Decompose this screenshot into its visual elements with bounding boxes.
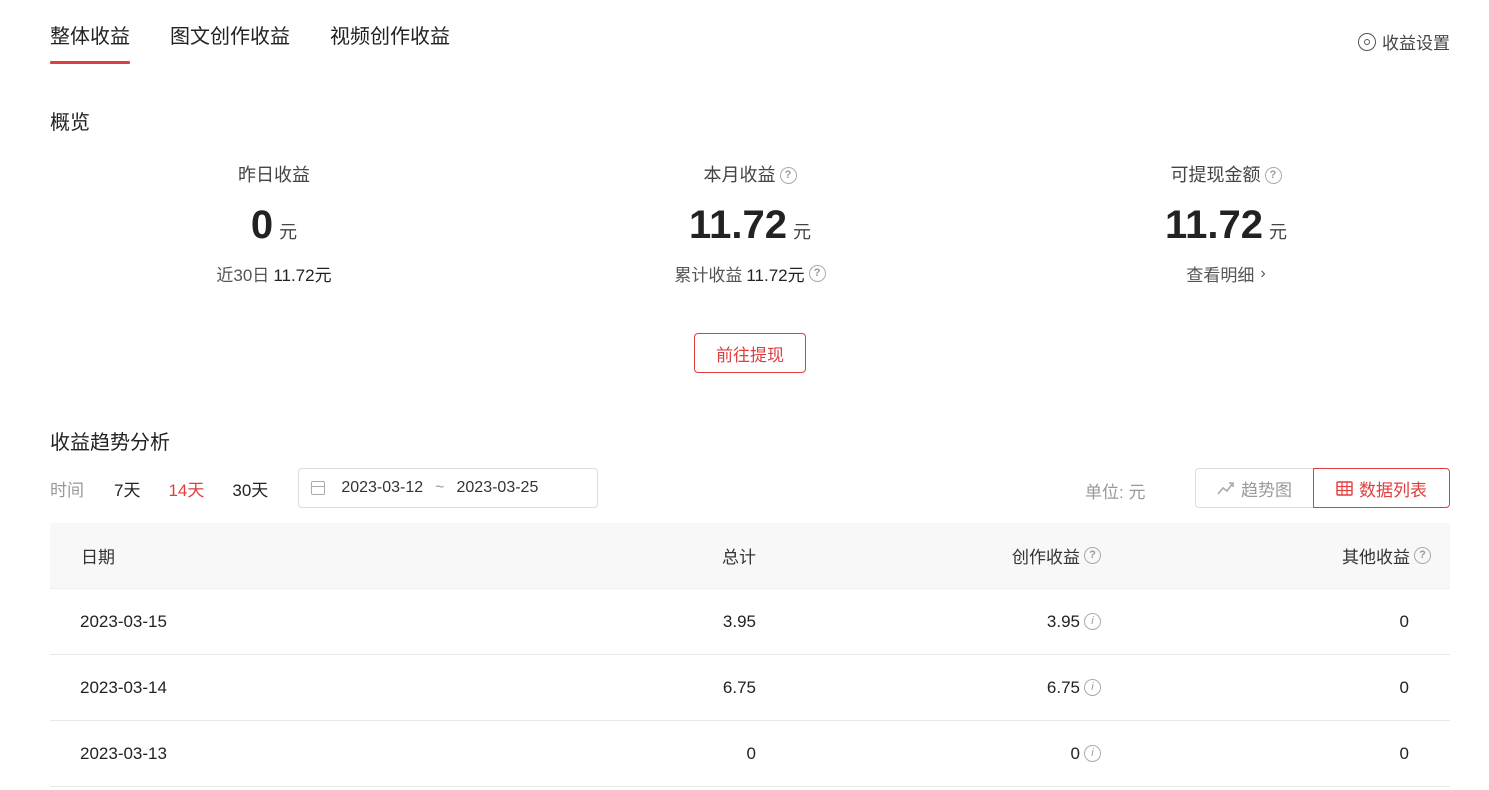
withdraw-button[interactable]: 前往提现 [694, 333, 806, 373]
data-list-button[interactable]: 数据列表 [1313, 468, 1450, 508]
info-icon[interactable]: i [1084, 613, 1101, 630]
table-icon [1336, 480, 1353, 496]
view-toggle: 趋势图 数据列表 [1195, 468, 1450, 508]
help-icon[interactable]: ? [779, 166, 797, 184]
view-details-link[interactable]: 查看明细 › [1076, 261, 1376, 286]
stat-withdrawable-unit: 元 [1268, 222, 1287, 242]
stat-withdrawable-value: 11.72 [1165, 203, 1263, 247]
table-row: 2023-03-13 0 0 i 0 [50, 721, 1450, 787]
tab-article-income[interactable]: 图文创作收益 [170, 22, 290, 64]
header-create-income: 创作收益 [1012, 548, 1080, 567]
overview-title: 概览 [50, 112, 90, 134]
date-end: 2023-03-25 [456, 479, 539, 496]
cell-other-income: 0 [1399, 677, 1409, 697]
table-header: 日期 总计 创作收益 ? 其他收益 ? [50, 523, 1450, 589]
cell-total: 6.75 [722, 677, 756, 697]
stat-withdrawable-label: 可提现金额 [1170, 165, 1261, 185]
table-row: 2023-03-14 6.75 6.75 i 0 [50, 655, 1450, 721]
cell-date: 2023-03-14 [80, 677, 167, 697]
calendar-icon [311, 481, 326, 495]
income-settings-label: 收益设置 [1382, 34, 1450, 53]
stat-yesterday-label: 昨日收益 [238, 165, 310, 185]
cell-create-income: 0 [1070, 743, 1080, 763]
stat-withdrawable: 可提现金额 ? 11.72 元 查看明细 › [1076, 163, 1376, 286]
income-tabs: 整体收益 图文创作收益 视频创作收益 [50, 22, 490, 64]
header-other-income: 其他收益 [1342, 548, 1410, 567]
cell-date: 2023-03-15 [80, 611, 167, 631]
cell-date: 2023-03-13 [80, 743, 167, 763]
cell-total: 3.95 [722, 611, 756, 631]
stat-month-sub-label: 累计收益 [674, 266, 743, 285]
cell-other-income: 0 [1399, 611, 1409, 631]
cell-create-income: 6.75 [1046, 677, 1080, 697]
stat-yesterday: 昨日收益 0 元 近30日 11.72元 [124, 163, 424, 286]
unit-label: 单位: 元 [1085, 483, 1146, 502]
stat-yesterday-unit: 元 [279, 222, 298, 242]
stat-yesterday-sub-value: 11.72元 [273, 266, 332, 285]
header-date: 日期 [81, 548, 115, 567]
help-icon[interactable]: ? [1414, 547, 1431, 564]
help-icon[interactable]: ? [1264, 166, 1282, 184]
trend-chart-label: 趋势图 [1241, 480, 1292, 500]
data-list-label: 数据列表 [1359, 480, 1427, 500]
stat-month-value: 11.72 [689, 203, 787, 247]
range-7-days[interactable]: 7天 [114, 476, 140, 501]
range-30-days[interactable]: 30天 [232, 476, 268, 501]
date-range-picker[interactable]: 2023-03-12 ~ 2023-03-25 [298, 468, 599, 508]
view-details-label: 查看明细 [1186, 266, 1255, 285]
line-chart-icon [1217, 480, 1235, 496]
tab-video-income[interactable]: 视频创作收益 [330, 22, 450, 64]
help-icon[interactable]: ? [808, 265, 826, 282]
stat-month-unit: 元 [792, 222, 811, 242]
stat-month-label: 本月收益 [703, 165, 776, 185]
cell-other-income: 0 [1399, 743, 1409, 763]
cell-create-income: 3.95 [1046, 611, 1080, 631]
time-label: 时间 [50, 480, 84, 500]
time-filters: 时间 7天 14天 30天 2023-03-12 ~ 2023-03-25 [50, 468, 599, 508]
stat-yesterday-sub-label: 近30日 [216, 266, 270, 285]
tab-overall-income[interactable]: 整体收益 [50, 22, 130, 64]
stat-this-month: 本月收益 ? 11.72 元 累计收益 11.72元 ? [600, 163, 900, 286]
range-14-days[interactable]: 14天 [168, 476, 204, 501]
stat-month-sub-value: 11.72元 [746, 266, 805, 285]
income-table: 日期 总计 创作收益 ? 其他收益 ? 2023-03-15 3.95 3.95… [50, 523, 1450, 787]
trend-chart-button[interactable]: 趋势图 [1195, 468, 1313, 508]
trend-title: 收益趋势分析 [50, 432, 170, 454]
date-separator: ~ [435, 479, 445, 496]
chevron-right-icon: › [1260, 264, 1266, 282]
table-row: 2023-03-15 3.95 3.95 i 0 [50, 589, 1450, 655]
cell-total: 0 [746, 743, 756, 763]
stat-yesterday-value: 0 [250, 203, 274, 247]
income-settings-link[interactable]: 收益设置 [1358, 29, 1450, 54]
info-icon[interactable]: i [1084, 679, 1101, 696]
help-icon[interactable]: ? [1084, 547, 1101, 564]
settings-icon [1358, 32, 1376, 51]
date-start: 2023-03-12 [341, 479, 424, 496]
info-icon[interactable]: i [1084, 745, 1101, 762]
header-total: 总计 [722, 548, 756, 567]
